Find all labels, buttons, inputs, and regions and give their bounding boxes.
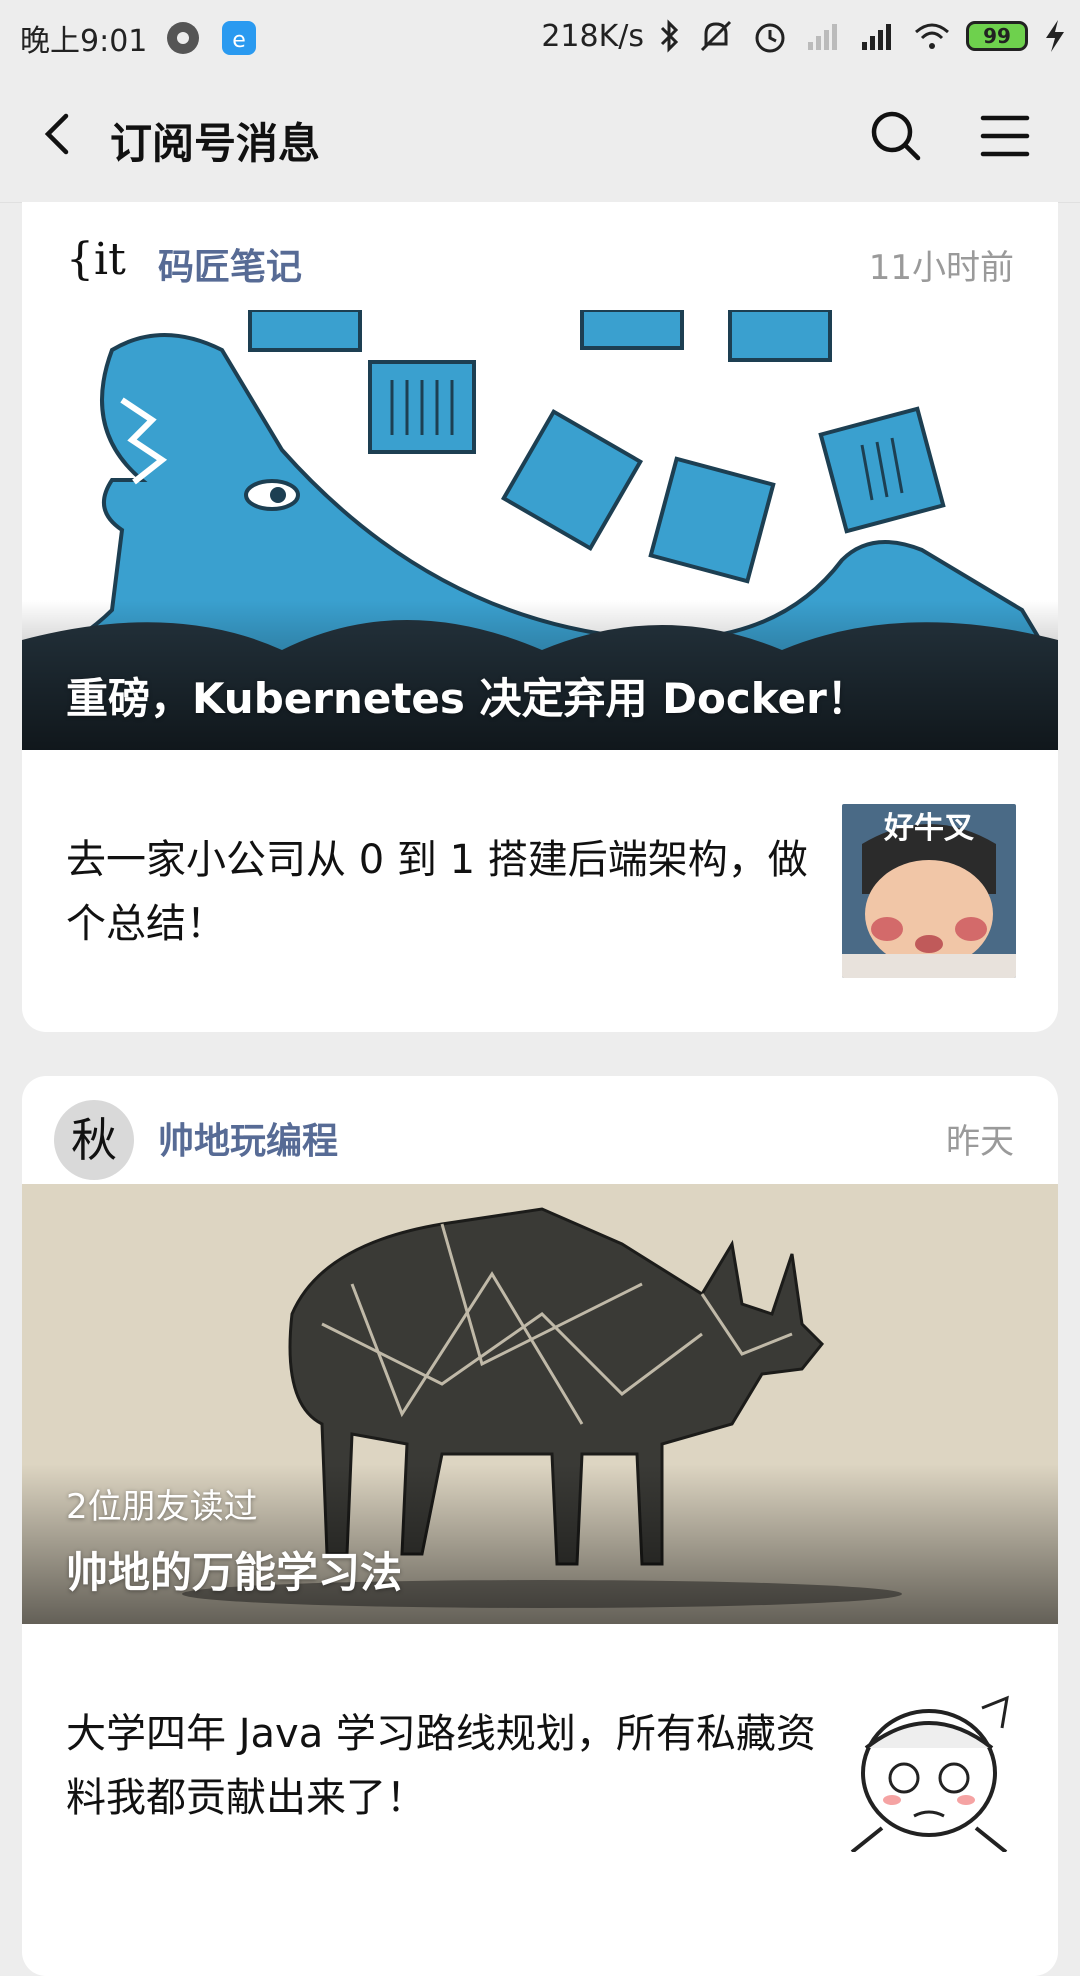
article-item[interactable]: 去一家小公司从 0 到 1 搭建后端架构，做个总结！ 好牛叉 [22, 750, 1058, 1032]
bluetooth-icon [660, 19, 679, 53]
nav-header: 订阅号消息 [0, 72, 1080, 203]
friends-read-count: 2位朋友读过 [66, 1487, 258, 1527]
card-header[interactable]: 秋 帅地玩编程 昨天 [22, 1076, 1058, 1184]
article-title: 大学四年 Java 学习路线规划，所有私藏资料我都贡献出来了！ [66, 1711, 816, 1821]
card-header[interactable]: {it 码匠笔记 11小时前 [22, 202, 1058, 310]
source-name[interactable]: 帅地玩编程 [158, 1112, 338, 1164]
status-left: 晚上9:01 e [20, 16, 259, 60]
cover-title: 重磅，Kubernetes 决定弃用 Docker！ [66, 674, 869, 723]
search-icon[interactable] [866, 106, 926, 166]
source-avatar-text: 秋 [71, 1113, 117, 1167]
battery-indicator: 99 [966, 21, 1028, 51]
charging-icon [1046, 20, 1064, 52]
back-icon[interactable] [30, 104, 90, 164]
source-name[interactable]: 码匠笔记 [158, 238, 302, 290]
post-time: 11小时前 [868, 248, 1014, 288]
svg-text:e: e [233, 28, 247, 53]
alarm-icon [755, 23, 785, 53]
message-card: {it 码匠笔记 11小时前 重磅，Kubernetes 决定弃用 Docker… [22, 202, 1058, 1032]
menu-icon[interactable] [975, 106, 1035, 166]
browser-notification-icon: e [222, 21, 257, 55]
cover-article[interactable]: 2位朋友读过 帅地的万能学习法 [22, 1184, 1058, 1624]
thumb-caption: 好牛叉 [883, 811, 974, 846]
network-speed: 218K/s [541, 18, 644, 54]
article-item[interactable]: 大学四年 Java 学习路线规划，所有私藏资料我都贡献出来了！ [22, 1624, 1058, 1906]
signal-icon [862, 24, 891, 50]
source-logo[interactable]: {it [62, 224, 132, 294]
app-notification-icon [167, 22, 200, 54]
status-bar: 晚上9:01 e 218K/s 99 [0, 0, 1080, 72]
clock: 晚上9:01 [20, 24, 148, 59]
wifi-icon [915, 23, 949, 49]
cover-title: 帅地的万能学习法 [66, 1548, 403, 1597]
mute-bell-icon [700, 20, 732, 52]
message-card: 秋 帅地玩编程 昨天 2位朋友读过 帅地的万能学习法 大学四年 Java 学习路… [22, 1076, 1058, 1976]
article-thumbnail: 好牛叉 [842, 804, 1016, 978]
post-time: 昨天 [946, 1122, 1014, 1162]
source-logo-text: {it [66, 234, 126, 285]
article-thumbnail [842, 1678, 1016, 1852]
cover-article[interactable]: 重磅，Kubernetes 决定弃用 Docker！ [22, 310, 1058, 750]
page-title: 订阅号消息 [110, 119, 321, 168]
source-avatar[interactable]: 秋 [54, 1100, 134, 1180]
signal-weak-icon [808, 24, 837, 50]
status-right: 218K/s 99 [541, 16, 1068, 56]
article-title: 去一家小公司从 0 到 1 搭建后端架构，做个总结！ [66, 837, 808, 947]
